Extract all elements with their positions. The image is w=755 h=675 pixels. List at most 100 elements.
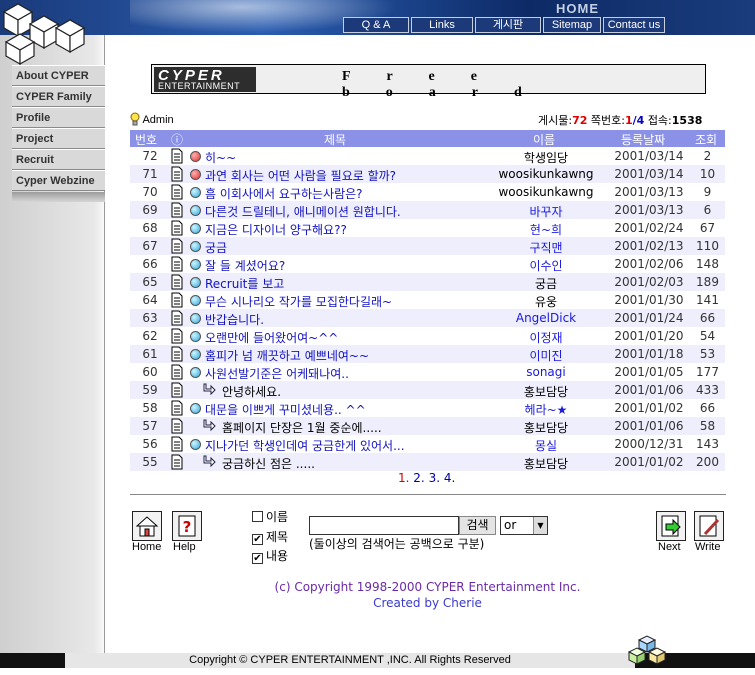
post-date: 2001/01/02 (614, 401, 684, 415)
post-title-link[interactable]: 홈페이지 단장은 1월 중순에..... (222, 419, 382, 436)
search-mode-select[interactable]: or ▼ (500, 516, 548, 535)
new-post-dot-icon (190, 151, 201, 162)
table-row[interactable]: 57 홈페이지 단장은 1월 중순에..... 홍보담당 2001/01/06 58 (130, 417, 725, 435)
post-author: 유웅 (534, 295, 558, 309)
table-row[interactable]: 65 Recruit를 보고 궁금 2001/02/03 189 (130, 273, 725, 291)
table-row[interactable]: 68 지금은 디자이너 양구해요?? 현~희 2001/02/24 67 (130, 219, 725, 237)
sidebar-item-project[interactable]: Project (12, 128, 105, 149)
post-title-link[interactable]: 잘 들 계셨어요? (205, 257, 285, 274)
nav-qna[interactable]: Q & A (343, 17, 409, 33)
sidebar-item-recruit[interactable]: Recruit (12, 149, 105, 170)
col-title: 제목 (324, 133, 347, 147)
post-author[interactable]: 바꾸자 (486, 203, 606, 220)
table-row[interactable]: 66 잘 들 계셨어요? 이수인 2001/02/06 148 (130, 255, 725, 273)
post-title-link[interactable]: 오랜만에 들어왔어여~^^ (205, 329, 338, 346)
post-title-link[interactable]: 궁금하신 점은 ..... (222, 455, 315, 472)
table-row[interactable]: 58 대문을 이쁘게 꾸미셨네용.. ^^ 헤라~★ 2001/01/02 66 (130, 399, 725, 417)
page-3[interactable]: 3. (429, 471, 440, 485)
table-row[interactable]: 69 다른것 드릴테니, 애니메이션 원합니다. 바꾸자 2001/03/13 6 (130, 201, 725, 219)
checkbox-title[interactable]: ✔ (252, 534, 263, 545)
sidebar-item-about[interactable]: About CYPER (12, 65, 105, 86)
post-author[interactable]: 이수인 (486, 257, 606, 274)
board-stats: 게시물:72 쪽번호:1/4 접속:1538 (538, 112, 702, 128)
cyper-logo: CYPER ENTERTAINMENT (154, 67, 256, 92)
home-button[interactable] (132, 511, 162, 541)
post-author[interactable]: AngelDick (486, 311, 606, 325)
home-link[interactable]: HOME (556, 1, 606, 16)
reply-arrow-icon (203, 455, 216, 468)
row-number: 55 (142, 455, 158, 469)
post-date: 2000/12/31 (614, 437, 684, 451)
table-row[interactable]: 71 과연 회사는 어떤 사람을 필요로 할까? woosikunkawng 2001… (130, 165, 725, 183)
table-row[interactable]: 55 궁금하신 점은 ..... 홍보담당 2001/01/02 200 (130, 453, 725, 471)
chevron-down-icon[interactable]: ▼ (533, 517, 547, 534)
help-button[interactable]: ? (172, 511, 202, 541)
post-hits: 110 (696, 239, 719, 253)
page-4[interactable]: 4. (444, 471, 455, 485)
post-dot-icon (190, 313, 201, 324)
post-hits: 200 (696, 455, 719, 469)
post-author[interactable]: 현~희 (486, 221, 606, 238)
nav-contact[interactable]: Contact us (603, 17, 665, 33)
post-title-link[interactable]: 사원선발기준은 어케돼나여.. (205, 365, 349, 382)
post-title-link[interactable]: 무슨 시나리오 작가를 모집한다길래~ (205, 293, 392, 310)
post-author: 궁금 (534, 277, 558, 291)
col-date: 등록날짜 (621, 133, 666, 147)
sidebar-item-webzine[interactable]: Cyper Webzine (12, 170, 105, 191)
table-row[interactable]: 72 히~~ 학생임당 2001/03/14 2 (130, 147, 725, 165)
post-title-link[interactable]: 지나가던 학생인데여 궁금한게 있어서... (205, 437, 405, 454)
table-row[interactable]: 64 무슨 시나리오 작가를 모집한다길래~ 유웅 2001/01/30 141 (130, 291, 725, 309)
sidebar-item-family[interactable]: CYPER Family (12, 86, 105, 107)
search-opt-name[interactable]: 이름 (252, 508, 288, 525)
table-row[interactable]: 61 홈피가 넘 깨끗하고 예쁘네여~~ 이미진 2001/01/18 53 (130, 345, 725, 363)
nav-links[interactable]: Links (411, 17, 473, 33)
post-title-link[interactable]: 궁금 (205, 239, 227, 256)
post-author[interactable]: 이미진 (486, 347, 606, 364)
home-icon (135, 516, 159, 537)
table-row[interactable]: 59 안녕하세요. 홍보담당 2001/01/06 433 (130, 381, 725, 399)
nav-sitemap[interactable]: Sitemap (543, 17, 601, 33)
table-row[interactable]: 67 궁금 구직맨 2001/02/13 110 (130, 237, 725, 255)
search-opt-content[interactable]: ✔ 내용 (252, 547, 288, 564)
post-author[interactable]: 헤라~★ (486, 401, 606, 418)
page-1[interactable]: 1. (398, 471, 409, 485)
checkbox-name[interactable] (252, 511, 263, 522)
post-hits: 66 (699, 311, 716, 325)
post-title-link[interactable]: 다른것 드릴테니, 애니메이션 원합니다. (205, 203, 401, 220)
post-title-link[interactable]: 대문을 이쁘게 꾸미셨네용.. ^^ (205, 401, 366, 418)
table-row[interactable]: 56 지나가던 학생인데여 궁금한게 있어서... 몽실 2000/12/31 143 (130, 435, 725, 453)
post-title-link[interactable]: Recruit를 보고 (205, 275, 284, 292)
table-row[interactable]: 62 오랜만에 들어왔어여~^^ 이정재 2001/01/20 54 (130, 327, 725, 345)
post-hits: 143 (696, 437, 719, 451)
posts-label: 게시물: (538, 114, 573, 127)
post-author[interactable]: 몽실 (486, 437, 606, 454)
post-author[interactable]: sonagi (486, 365, 606, 379)
post-title-link[interactable]: 히~~ (205, 149, 236, 166)
search-button[interactable]: 검색 (459, 516, 496, 535)
admin-link[interactable]: Admin (130, 112, 174, 126)
table-row[interactable]: 70 흠 이회사에서 요구하는사람은? woosikunkawng 2001/03/1… (130, 183, 725, 201)
post-title-link[interactable]: 흠 이회사에서 요구하는사람은? (205, 185, 363, 202)
nav-board[interactable]: 게시판 (475, 17, 541, 33)
post-title-link[interactable]: 홈피가 넘 깨끗하고 예쁘네여~~ (205, 347, 369, 364)
sidebar-item-profile[interactable]: Profile (12, 107, 105, 128)
page-2[interactable]: 2. (413, 471, 424, 485)
post-title-link[interactable]: 반갑습니다. (205, 311, 264, 328)
post-dot-icon (190, 241, 201, 252)
write-button[interactable] (694, 511, 724, 541)
search-opt-title[interactable]: ✔ 제목 (252, 528, 288, 545)
post-hits: 148 (696, 257, 719, 271)
post-title-link[interactable]: 지금은 디자이너 양구해요?? (205, 221, 347, 238)
table-row[interactable]: 63 반갑습니다. AngelDick 2001/01/24 66 (130, 309, 725, 327)
post-author[interactable]: 구직맨 (486, 239, 606, 256)
post-author[interactable]: 이정재 (486, 329, 606, 346)
post-title-link[interactable]: 안녕하세요. (222, 383, 281, 400)
page-current: 1 (624, 114, 633, 127)
table-row[interactable]: 60 사원선발기준은 어케돼나여.. sonagi 2001/01/05 177 (130, 363, 725, 381)
next-button[interactable] (656, 511, 686, 541)
checkbox-content[interactable]: ✔ (252, 553, 263, 564)
search-input[interactable] (309, 516, 459, 535)
post-hits: 433 (696, 383, 719, 397)
post-date: 2001/01/05 (614, 365, 684, 379)
post-title-link[interactable]: 과연 회사는 어떤 사람을 필요로 할까? (205, 167, 396, 184)
